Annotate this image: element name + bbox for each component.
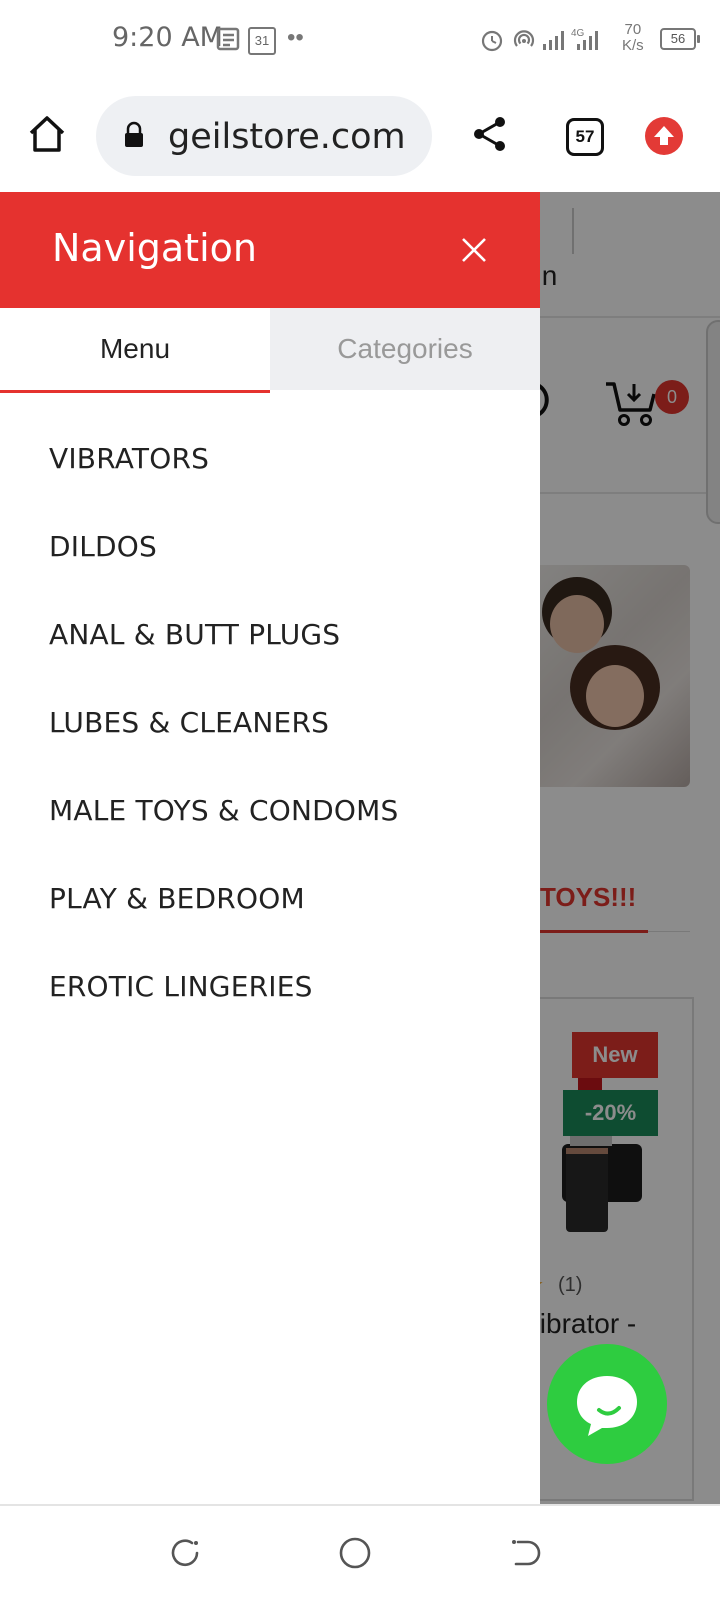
tab-menu[interactable]: Menu	[0, 308, 270, 393]
signal-icon: 4G	[543, 28, 598, 50]
menu-item-male-toys-condoms[interactable]: MALE TOYS & CONDOMS	[49, 794, 399, 827]
back-icon[interactable]	[510, 1536, 544, 1570]
calendar-icon: 31	[248, 27, 276, 55]
alarm-icon	[481, 30, 503, 52]
navigation-drawer: Navigation Menu Categories VIBRATORS DIL…	[0, 192, 540, 1504]
network-speed: 70 K/s	[622, 22, 644, 54]
network-speed-unit: K/s	[622, 37, 644, 54]
home-circle-icon[interactable]	[338, 1536, 372, 1570]
close-icon[interactable]	[456, 232, 492, 268]
tab-categories[interactable]: Categories	[270, 308, 540, 390]
status-bar: 9:20 AM 31 •• 4G 70 K/s 56	[0, 0, 720, 80]
menu-item-vibrators[interactable]: VIBRATORS	[49, 442, 209, 475]
share-icon[interactable]	[472, 116, 508, 152]
tabs-button[interactable]: 57	[566, 118, 604, 156]
url-text[interactable]: geilstore.com	[168, 117, 406, 157]
network-type-label: 4G	[571, 28, 585, 39]
menu-item-play-bedroom[interactable]: PLAY & BEDROOM	[49, 882, 305, 915]
hotspot-icon	[513, 30, 535, 47]
system-navigation-bar	[0, 1504, 720, 1602]
home-icon[interactable]	[27, 114, 67, 154]
menu-item-lubes-cleaners[interactable]: LUBES & CLEANERS	[49, 706, 329, 739]
lock-icon	[125, 121, 143, 147]
chat-button[interactable]	[547, 1344, 667, 1464]
recents-icon[interactable]	[168, 1536, 202, 1570]
drawer-header: Navigation	[0, 192, 540, 308]
drawer-title: Navigation	[52, 226, 257, 270]
menu-item-erotic-lingeries[interactable]: EROTIC LINGERIES	[49, 970, 313, 1003]
chat-icon	[577, 1376, 637, 1436]
news-icon	[216, 27, 240, 51]
menu-item-dildos[interactable]: DILDOS	[49, 530, 157, 563]
network-speed-value: 70	[624, 21, 642, 38]
more-notifications-icon: ••	[287, 24, 304, 51]
status-time: 9:20 AM	[112, 22, 223, 53]
menu-item-anal-butt-plugs[interactable]: ANAL & BUTT PLUGS	[49, 618, 340, 651]
battery-icon: 56	[660, 28, 700, 50]
upload-icon[interactable]	[645, 117, 683, 155]
